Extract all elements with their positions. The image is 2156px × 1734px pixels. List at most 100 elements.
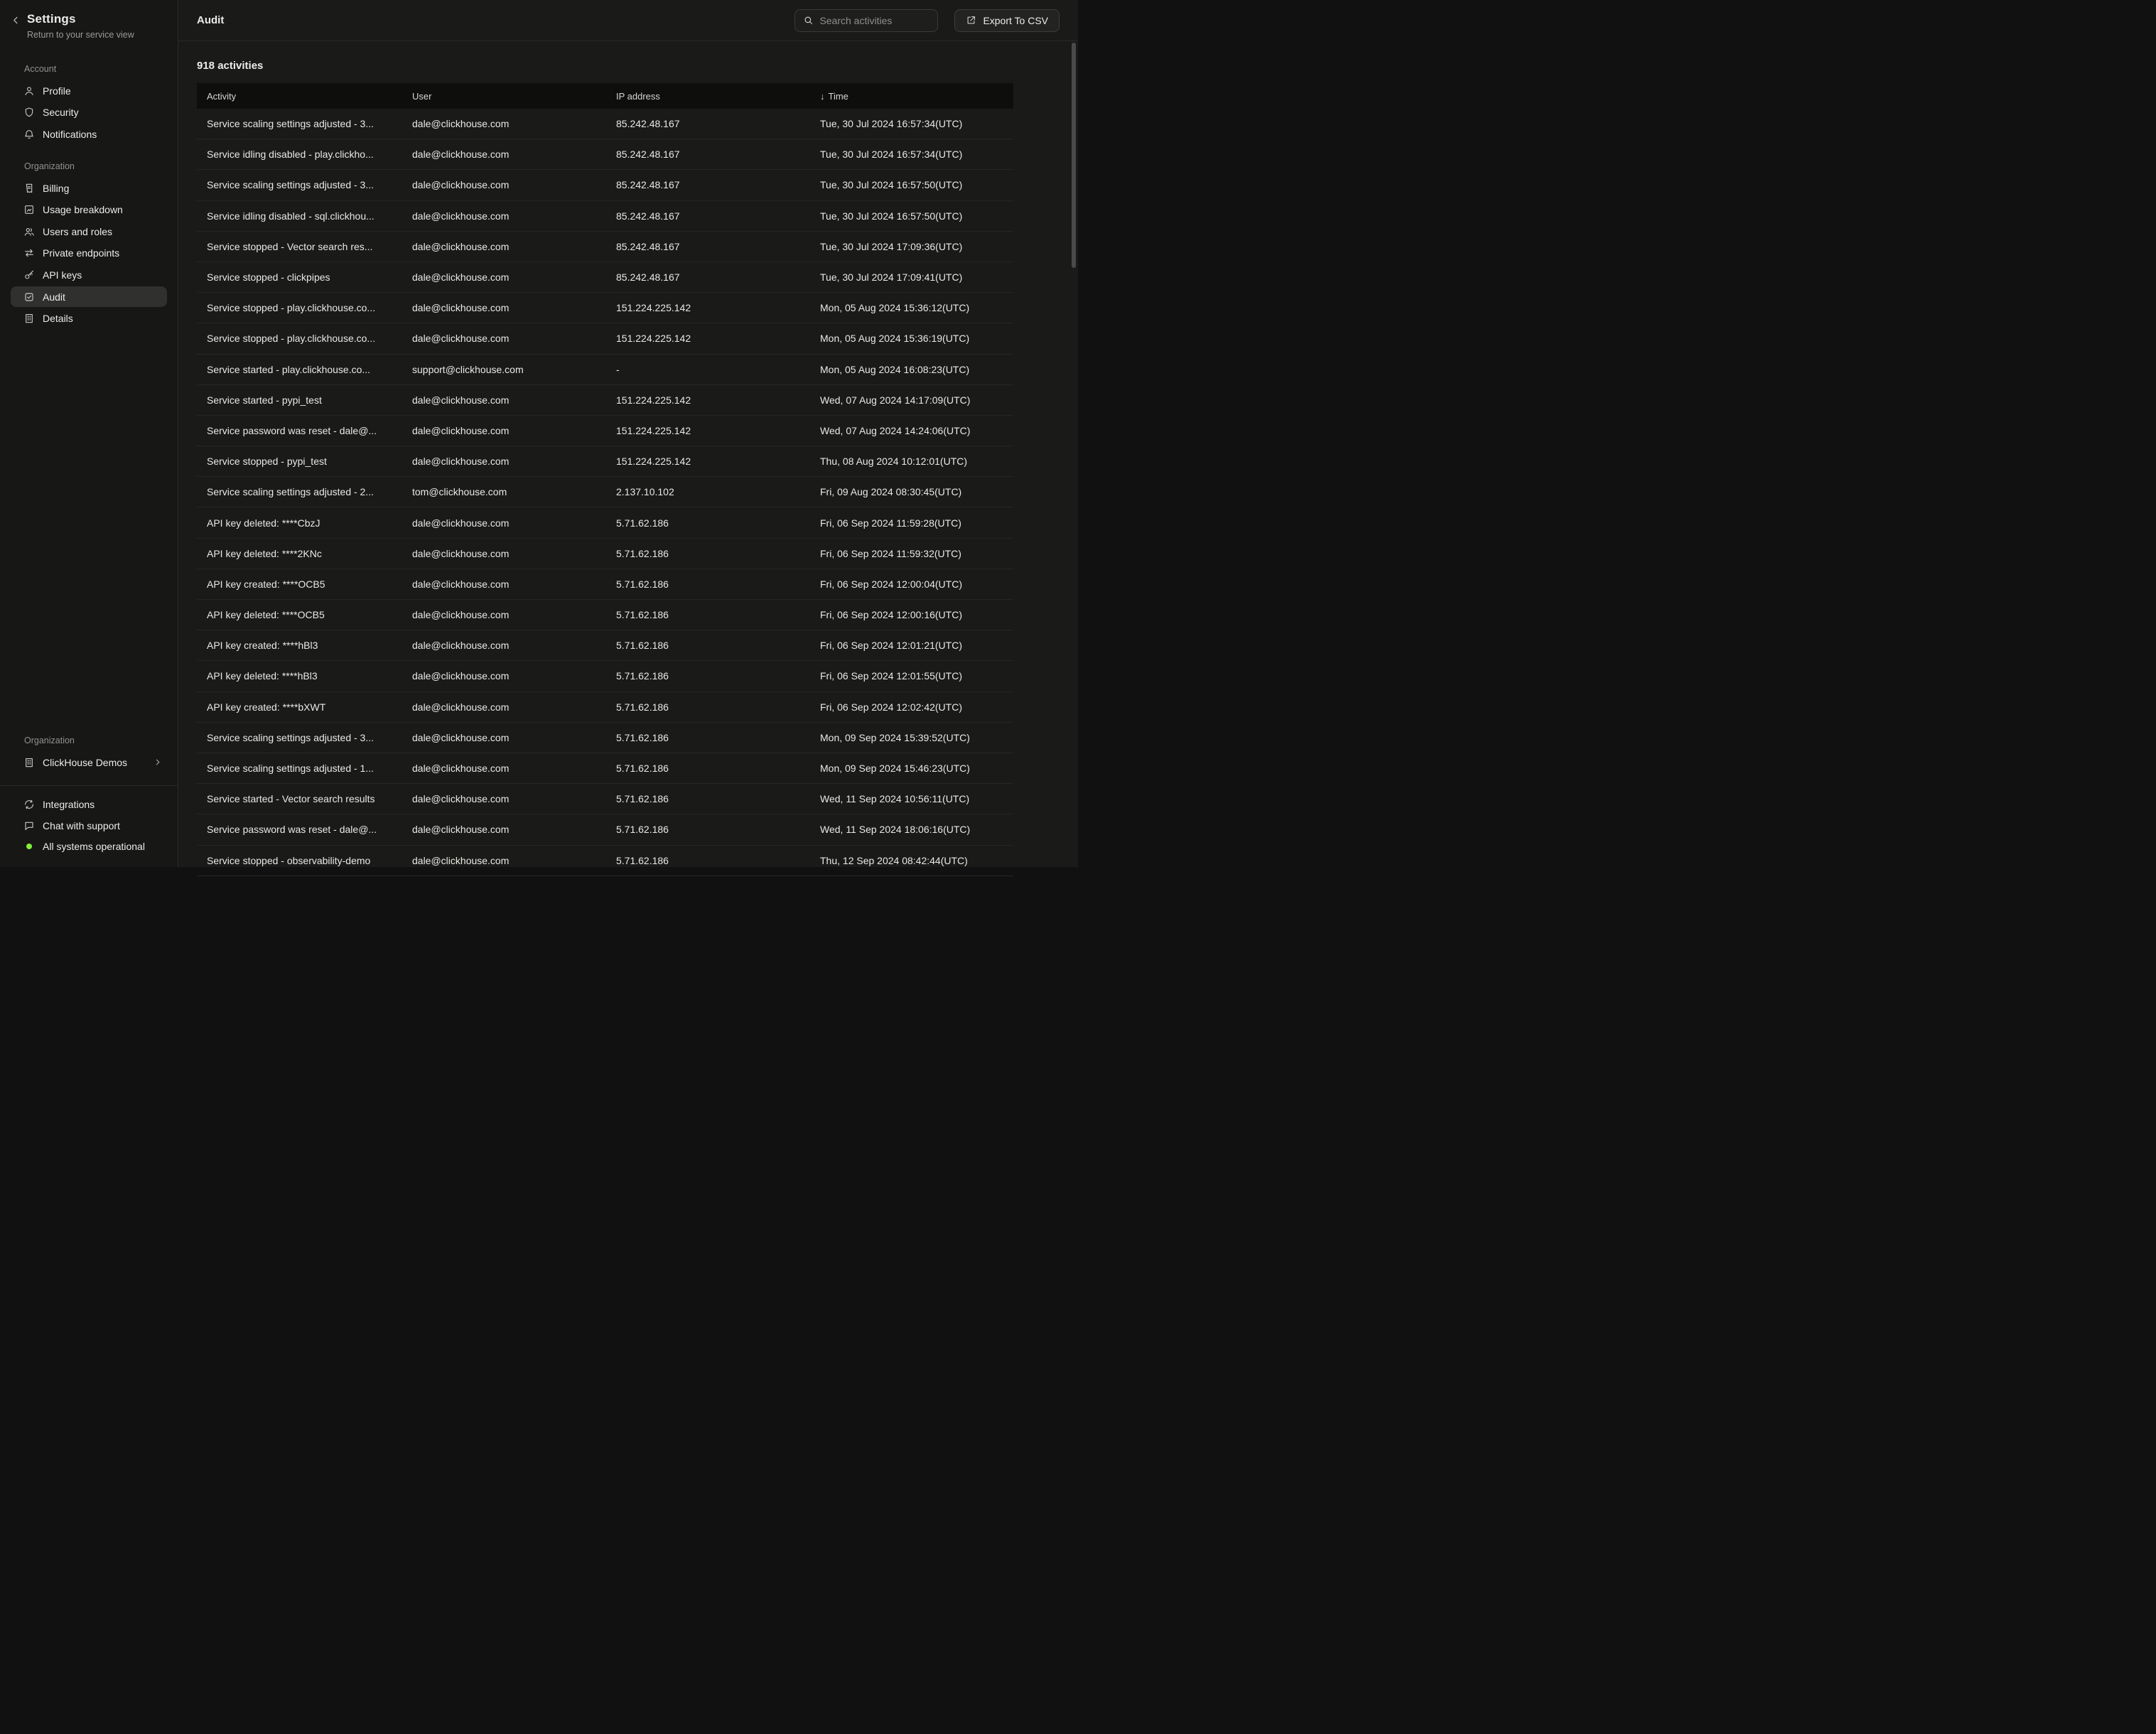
cell-time: Fri, 06 Sep 2024 12:00:16(UTC) (810, 609, 1013, 620)
column-header-label: Activity (207, 91, 236, 102)
sidebar-item-label: API keys (43, 269, 82, 281)
cell-user: support@clickhouse.com (402, 364, 606, 375)
cell-activity: API key created: ****hBl3 (197, 640, 402, 651)
back-chevron-icon[interactable] (11, 16, 21, 25)
section-label-account: Account (24, 64, 178, 74)
cell-ip-address: 85.242.48.167 (606, 241, 810, 252)
cell-user: tom@clickhouse.com (402, 486, 606, 497)
cell-user: dale@clickhouse.com (402, 271, 606, 283)
sidebar-item-profile[interactable]: Profile (11, 80, 167, 101)
section-label-organization: Organization (24, 161, 178, 171)
sidebar-item-private-endpoints[interactable]: Private endpoints (11, 243, 167, 264)
integrations-icon (23, 799, 35, 810)
sidebar-item-billing[interactable]: Billing (11, 178, 167, 198)
column-header-user[interactable]: User (402, 91, 606, 102)
sidebar-item-label: Notifications (43, 129, 97, 140)
building-icon (23, 313, 35, 324)
cell-activity: API key deleted: ****hBl3 (197, 670, 402, 682)
main-panel: Audit Export To CSV 918 activities A (178, 0, 1078, 867)
cell-activity: Service password was reset - dale@... (197, 425, 402, 436)
cell-activity: Service stopped - play.clickhouse.co... (197, 302, 402, 313)
sidebar-item-label: Audit (43, 291, 65, 303)
footer-item-label: Chat with support (43, 820, 120, 831)
audit-content: 918 activities ActivityUserIP address↓Ti… (178, 41, 1078, 867)
table-row: Service stopped - Vector search res...da… (197, 232, 1013, 262)
receipt-icon (23, 183, 35, 194)
cell-ip-address: 5.71.62.186 (606, 548, 810, 559)
cell-ip-address: 85.242.48.167 (606, 118, 810, 129)
cell-time: Tue, 30 Jul 2024 16:57:50(UTC) (810, 210, 1013, 222)
cell-ip-address: 5.71.62.186 (606, 578, 810, 590)
topbar-actions: Export To CSV (794, 9, 1060, 32)
table-row: API key created: ****hBl3dale@clickhouse… (197, 630, 1013, 661)
table-row: Service started - play.clickhouse.co...s… (197, 355, 1013, 385)
key-icon (23, 269, 35, 281)
cell-ip-address: 5.71.62.186 (606, 732, 810, 743)
cell-time: Tue, 30 Jul 2024 16:57:34(UTC) (810, 118, 1013, 129)
cell-time: Mon, 09 Sep 2024 15:39:52(UTC) (810, 732, 1013, 743)
sidebar-item-security[interactable]: Security (11, 102, 167, 123)
export-icon (966, 15, 976, 26)
table-row: Service started - pypi_testdale@clickhou… (197, 385, 1013, 416)
sidebar-item-users-and-roles[interactable]: Users and roles (11, 221, 167, 242)
org-name-label: ClickHouse Demos (43, 757, 127, 768)
sidebar-item-usage-breakdown[interactable]: Usage breakdown (11, 200, 167, 220)
sidebar-item-notifications[interactable]: Notifications (11, 124, 167, 144)
cell-time: Fri, 06 Sep 2024 12:01:55(UTC) (810, 670, 1013, 682)
cell-user: dale@clickhouse.com (402, 763, 606, 774)
app-root: Settings Return to your service view Acc… (0, 0, 1078, 867)
cell-user: dale@clickhouse.com (402, 210, 606, 222)
table-row: Service scaling settings adjusted - 2...… (197, 477, 1013, 507)
cell-user: dale@clickhouse.com (402, 793, 606, 804)
sidebar-item-details[interactable]: Details (11, 308, 167, 329)
column-header-label: IP address (616, 91, 660, 102)
return-to-service-link[interactable]: Return to your service view (27, 30, 134, 40)
cell-time: Mon, 05 Aug 2024 15:36:19(UTC) (810, 333, 1013, 344)
sidebar-item-label: Profile (43, 85, 71, 97)
export-csv-button[interactable]: Export To CSV (954, 9, 1060, 32)
cell-time: Mon, 05 Aug 2024 16:08:23(UTC) (810, 364, 1013, 375)
cell-activity: Service started - pypi_test (197, 394, 402, 406)
building-icon (23, 757, 35, 768)
table-row: Service scaling settings adjusted - 3...… (197, 723, 1013, 753)
cell-activity: Service idling disabled - play.clickho..… (197, 149, 402, 160)
cell-user: dale@clickhouse.com (402, 241, 606, 252)
sidebar-title-block: Settings Return to your service view (27, 12, 134, 40)
search-box[interactable] (794, 9, 938, 32)
column-header-activity[interactable]: Activity (197, 91, 402, 102)
status-dot (23, 841, 35, 852)
column-header-time[interactable]: ↓Time (810, 91, 1013, 102)
cell-activity: Service stopped - Vector search res... (197, 241, 402, 252)
users-icon (23, 226, 35, 237)
audit-table: Activity User IP address ↓Time Service scali… (197, 83, 1013, 876)
cell-user: dale@clickhouse.com (402, 517, 606, 529)
sidebar-item-clickhouse-demos[interactable]: ClickHouse Demos (11, 752, 167, 772)
cell-activity: Service scaling settings adjusted - 1... (197, 763, 402, 774)
cell-time: Fri, 06 Sep 2024 11:59:28(UTC) (810, 517, 1013, 529)
table-row: Service stopped - observability-demodale… (197, 846, 1013, 876)
sidebar-item-label: Security (43, 107, 79, 118)
footer-item-all-systems-operational[interactable]: All systems operational (11, 836, 167, 856)
cell-ip-address: - (606, 364, 810, 375)
cell-ip-address: 5.71.62.186 (606, 640, 810, 651)
table-row: API key deleted: ****hBl3dale@clickhouse… (197, 661, 1013, 691)
column-header-ip-address[interactable]: IP address (606, 91, 810, 102)
sidebar-item-label: Private endpoints (43, 247, 119, 259)
cell-user: dale@clickhouse.com (402, 670, 606, 682)
table-row: API key deleted: ****CbzJdale@clickhouse… (197, 507, 1013, 538)
vertical-scrollbar[interactable] (1072, 43, 1076, 268)
sidebar-item-api-keys[interactable]: API keys (11, 265, 167, 286)
footer-item-chat-with-support[interactable]: Chat with support (11, 816, 167, 836)
cell-ip-address: 85.242.48.167 (606, 271, 810, 283)
cell-user: dale@clickhouse.com (402, 855, 606, 866)
cell-user: dale@clickhouse.com (402, 578, 606, 590)
footer-item-integrations[interactable]: Integrations (11, 795, 167, 814)
search-icon (803, 15, 814, 26)
table-row: Service idling disabled - sql.clickhou..… (197, 201, 1013, 232)
shield-icon (23, 107, 35, 118)
search-activities-input[interactable] (819, 15, 929, 26)
sidebar-header: Settings Return to your service view (0, 0, 178, 47)
cell-ip-address: 151.224.225.142 (606, 302, 810, 313)
sidebar-item-audit[interactable]: Audit (11, 286, 167, 307)
cell-ip-address: 85.242.48.167 (606, 149, 810, 160)
